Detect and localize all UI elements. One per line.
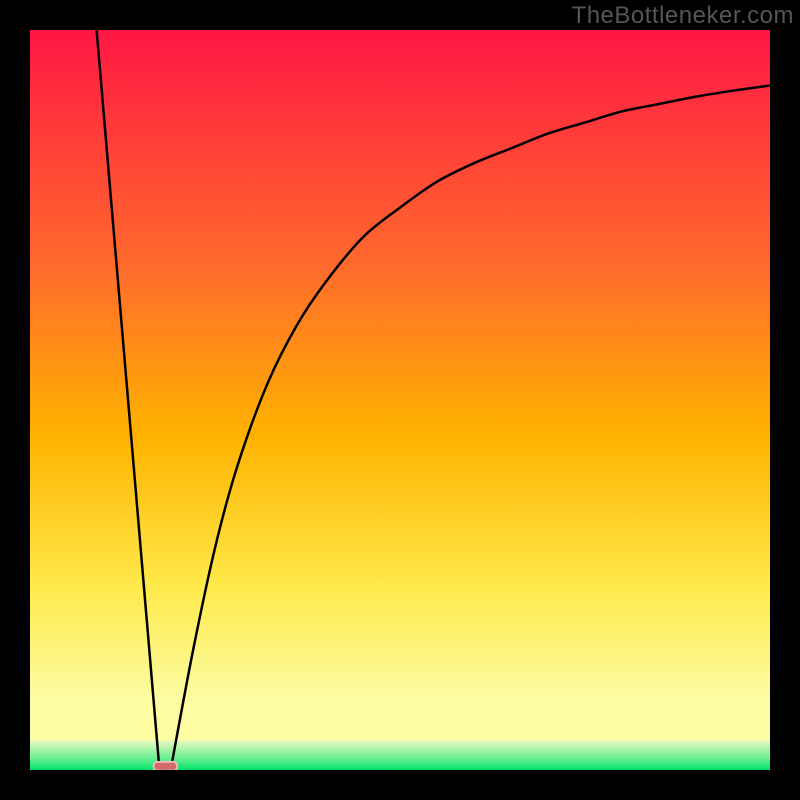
- minimum-marker: [154, 762, 178, 770]
- chart-frame: TheBottleneker.com: [0, 0, 800, 800]
- green-band: [30, 740, 770, 770]
- plot-area: [30, 30, 770, 770]
- chart-svg: [30, 30, 770, 770]
- gradient-background: [30, 30, 770, 770]
- watermark-text: TheBottleneker.com: [572, 2, 794, 30]
